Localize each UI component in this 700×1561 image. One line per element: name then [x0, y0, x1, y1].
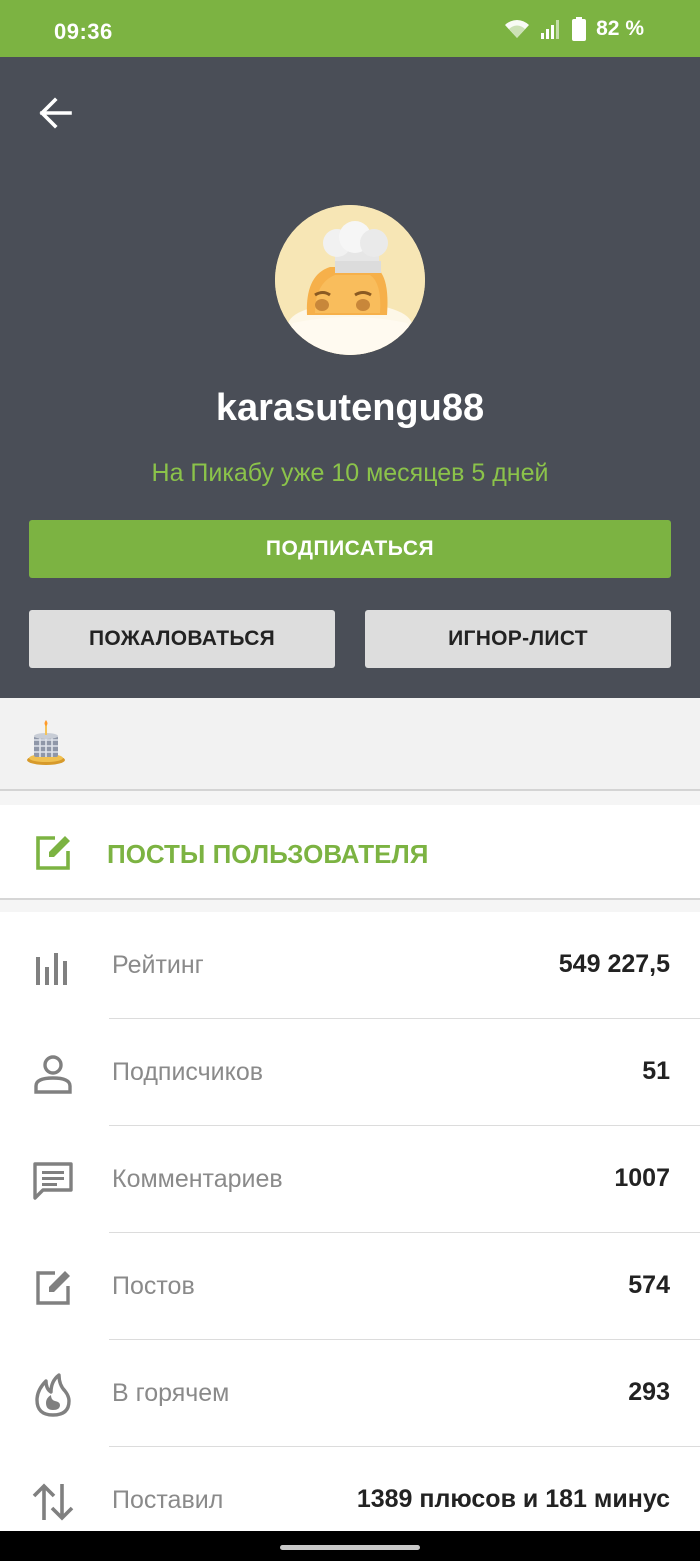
member-since: На Пикабу уже 10 месяцев 5 дней — [151, 459, 549, 487]
stat-value: 293 — [628, 1378, 670, 1406]
system-nav-bar — [0, 1531, 700, 1561]
battery-percent: 82 % — [596, 17, 644, 40]
cake-award-icon[interactable] — [26, 720, 66, 768]
stat-value: 574 — [628, 1271, 670, 1299]
user-posts-link[interactable]: ПОСТЫ ПОЛЬЗОВАТЕЛЯ — [0, 805, 700, 900]
stat-value: 549 227,5 — [558, 950, 670, 978]
avatar — [275, 205, 425, 355]
stat-hot[interactable]: В горячем 293 — [0, 1340, 700, 1447]
stat-label: Поставил — [112, 1486, 224, 1514]
profile-header: karasutengu88 На Пикабу уже 10 месяцев 5… — [0, 57, 700, 698]
stat-comments[interactable]: Комментариев 1007 — [0, 1126, 700, 1233]
stat-value: 1007 — [614, 1164, 670, 1192]
signal-icon — [541, 20, 560, 39]
stat-label: Рейтинг — [112, 951, 204, 979]
battery-icon — [572, 17, 587, 41]
status-time: 09:36 — [54, 19, 113, 44]
status-icons: 82 % — [504, 17, 644, 41]
edit-square-icon — [33, 833, 73, 878]
arrow-left-icon — [39, 97, 72, 129]
stat-label: Подписчиков — [112, 1058, 264, 1086]
stat-rating: Рейтинг 549 227,5 — [0, 912, 700, 1019]
bar-chart-icon — [30, 944, 76, 990]
stat-subscribers[interactable]: Подписчиков 51 — [0, 1019, 700, 1126]
subscribe-button[interactable]: ПОДПИСАТЬСЯ — [29, 520, 671, 578]
stats-list: Рейтинг 549 227,5 Подписчиков 51 Коммент… — [0, 912, 700, 1554]
stat-label: Постов — [112, 1272, 195, 1300]
user-posts-label: ПОСТЫ ПОЛЬЗОВАТЕЛЯ — [107, 839, 429, 869]
username: karasutengu88 — [215, 387, 485, 429]
section-gap — [0, 791, 700, 805]
status-bar: 09:36 82 % — [0, 0, 700, 57]
section-gap — [0, 900, 700, 912]
edit-square-icon — [30, 1265, 76, 1311]
stat-posts[interactable]: Постов 574 — [0, 1233, 700, 1340]
sort-arrows-icon — [30, 1479, 76, 1525]
stat-value: 1389 плюсов и 181 минус — [356, 1485, 670, 1513]
ignore-list-button[interactable]: ИГНОР-ЛИСТ — [365, 610, 671, 668]
flame-icon — [30, 1372, 76, 1418]
comment-icon — [30, 1158, 76, 1204]
awards-section — [0, 698, 700, 791]
person-icon — [30, 1051, 76, 1097]
stat-label: В горячем — [112, 1379, 230, 1407]
back-button[interactable] — [30, 91, 80, 135]
wifi-icon — [505, 20, 530, 38]
stat-label: Комментариев — [112, 1165, 283, 1193]
report-button[interactable]: ПОЖАЛОВАТЬСЯ — [29, 610, 335, 668]
chef-character-icon — [275, 205, 425, 355]
home-gesture-pill[interactable] — [280, 1545, 420, 1550]
stat-value: 51 — [642, 1057, 670, 1085]
